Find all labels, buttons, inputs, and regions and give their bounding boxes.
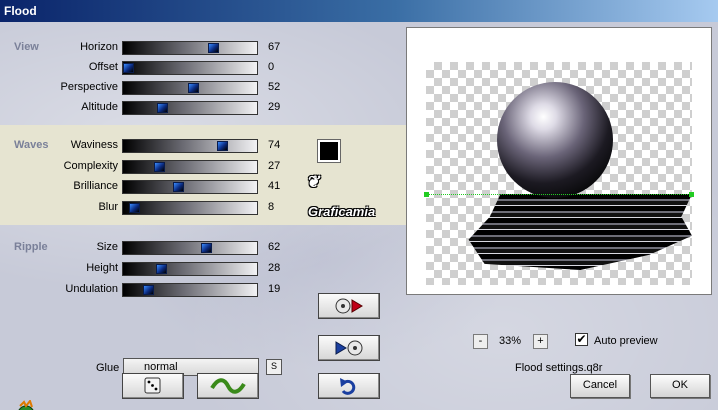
slider-value-horizon: 67 bbox=[268, 41, 281, 53]
load-preset-button[interactable] bbox=[318, 293, 380, 319]
slider-value-offset: 0 bbox=[268, 61, 275, 73]
slider-track-undulation[interactable] bbox=[122, 283, 258, 297]
slider-row-perspective: Perspective 52 bbox=[0, 80, 300, 96]
wave-icon bbox=[210, 378, 246, 394]
slider-row-altitude: Altitude 29 bbox=[0, 100, 300, 116]
slider-row-offset: Offset 0 bbox=[0, 60, 300, 76]
filter-logo-icon bbox=[18, 400, 34, 410]
horizon-handle-right[interactable] bbox=[689, 192, 694, 197]
slider-track-size[interactable] bbox=[122, 241, 258, 255]
watermark-text: Graficamia bbox=[308, 204, 376, 219]
slider-row-undulation: Undulation 19 bbox=[0, 282, 300, 298]
slider-row-complexity: Complexity 27 bbox=[0, 159, 300, 175]
slider-row-height: Height 28 bbox=[0, 261, 300, 277]
auto-preview-label: Auto preview bbox=[594, 335, 658, 347]
horizon-handle-left[interactable] bbox=[424, 192, 429, 197]
slider-thumb-height[interactable] bbox=[155, 264, 167, 274]
slider-value-waviness: 74 bbox=[268, 139, 281, 151]
slider-value-blur: 8 bbox=[268, 201, 275, 213]
glue-s-button[interactable]: S bbox=[266, 359, 282, 375]
slider-value-size: 62 bbox=[268, 241, 281, 253]
slider-row-waviness: Waviness 74 bbox=[0, 138, 300, 154]
slider-label-blur: Blur bbox=[98, 201, 118, 213]
slider-track-offset[interactable] bbox=[122, 61, 258, 75]
slider-value-complexity: 27 bbox=[268, 160, 281, 172]
slider-thumb-undulation[interactable] bbox=[143, 285, 155, 295]
ok-button[interactable]: OK bbox=[650, 374, 710, 398]
save-preset-button[interactable] bbox=[318, 335, 380, 361]
window-title: Flood bbox=[4, 4, 37, 18]
settings-filename: Flood settings.q8r bbox=[515, 362, 603, 374]
play-disc-icon bbox=[335, 340, 363, 356]
slider-label-altitude: Altitude bbox=[81, 101, 118, 113]
slider-label-undulation: Undulation bbox=[65, 283, 118, 295]
slider-thumb-waviness[interactable] bbox=[217, 141, 229, 151]
slider-label-offset: Offset bbox=[88, 61, 118, 73]
slider-label-waviness: Waviness bbox=[70, 139, 118, 151]
slider-track-height[interactable] bbox=[122, 262, 258, 276]
reset-button[interactable] bbox=[318, 373, 380, 399]
slider-track-perspective[interactable] bbox=[122, 81, 258, 95]
slider-track-complexity[interactable] bbox=[122, 160, 258, 174]
slider-label-size: Size bbox=[96, 241, 118, 253]
slider-row-size: Size 62 bbox=[0, 240, 300, 256]
disc-play-icon bbox=[335, 298, 363, 314]
slider-track-horizon[interactable] bbox=[122, 41, 258, 55]
slider-label-perspective: Perspective bbox=[60, 81, 118, 93]
zoom-out-button[interactable]: - bbox=[473, 334, 488, 349]
sphere-image bbox=[497, 82, 613, 198]
horizon-line[interactable] bbox=[424, 192, 694, 197]
cancel-button[interactable]: Cancel bbox=[570, 374, 630, 398]
preview-image bbox=[424, 62, 694, 285]
dice-icon bbox=[144, 377, 161, 394]
title-bar: Flood bbox=[0, 0, 718, 22]
slider-value-altitude: 29 bbox=[268, 101, 281, 113]
butterfly-icon: ❦ bbox=[306, 174, 320, 191]
slider-thumb-complexity[interactable] bbox=[154, 162, 166, 172]
slider-label-height: Height bbox=[86, 262, 118, 274]
preview-panel[interactable] bbox=[406, 27, 712, 295]
auto-preview-checkbox[interactable]: ✔ bbox=[575, 333, 588, 346]
randomize-button[interactable] bbox=[122, 373, 184, 399]
slider-row-blur: Blur 8 bbox=[0, 200, 300, 216]
zoom-in-button[interactable]: + bbox=[533, 334, 548, 349]
slider-row-brilliance: Brilliance 41 bbox=[0, 179, 300, 195]
water-reflection bbox=[468, 194, 692, 270]
slider-value-brilliance: 41 bbox=[268, 180, 281, 192]
slider-track-brilliance[interactable] bbox=[122, 180, 258, 194]
slider-value-perspective: 52 bbox=[268, 81, 281, 93]
slider-value-height: 28 bbox=[268, 262, 281, 274]
wave-color-swatch[interactable] bbox=[317, 139, 341, 163]
slider-value-undulation: 19 bbox=[268, 283, 281, 295]
zoom-level: 33% bbox=[499, 335, 522, 347]
slider-thumb-altitude[interactable] bbox=[156, 103, 168, 113]
slider-label-horizon: Horizon bbox=[80, 41, 118, 53]
slider-thumb-horizon[interactable] bbox=[207, 43, 219, 53]
wave-preset-button[interactable] bbox=[197, 373, 259, 399]
slider-thumb-blur[interactable] bbox=[128, 203, 140, 213]
slider-thumb-size[interactable] bbox=[201, 243, 213, 253]
slider-track-waviness[interactable] bbox=[122, 139, 258, 153]
slider-thumb-perspective[interactable] bbox=[187, 83, 199, 93]
slider-label-brilliance: Brilliance bbox=[73, 180, 118, 192]
slider-thumb-brilliance[interactable] bbox=[172, 182, 184, 192]
slider-label-complexity: Complexity bbox=[63, 160, 118, 172]
dialog-body: View Waves Ripple Horizon 67 Offset 0 Perspe… bbox=[0, 22, 718, 410]
slider-thumb-offset[interactable] bbox=[123, 63, 135, 73]
slider-track-blur[interactable] bbox=[122, 201, 258, 215]
slider-track-altitude[interactable] bbox=[122, 101, 258, 115]
slider-row-horizon: Horizon 67 bbox=[0, 40, 300, 56]
undo-arrow-icon bbox=[340, 378, 356, 395]
glue-label: Glue bbox=[96, 362, 120, 374]
